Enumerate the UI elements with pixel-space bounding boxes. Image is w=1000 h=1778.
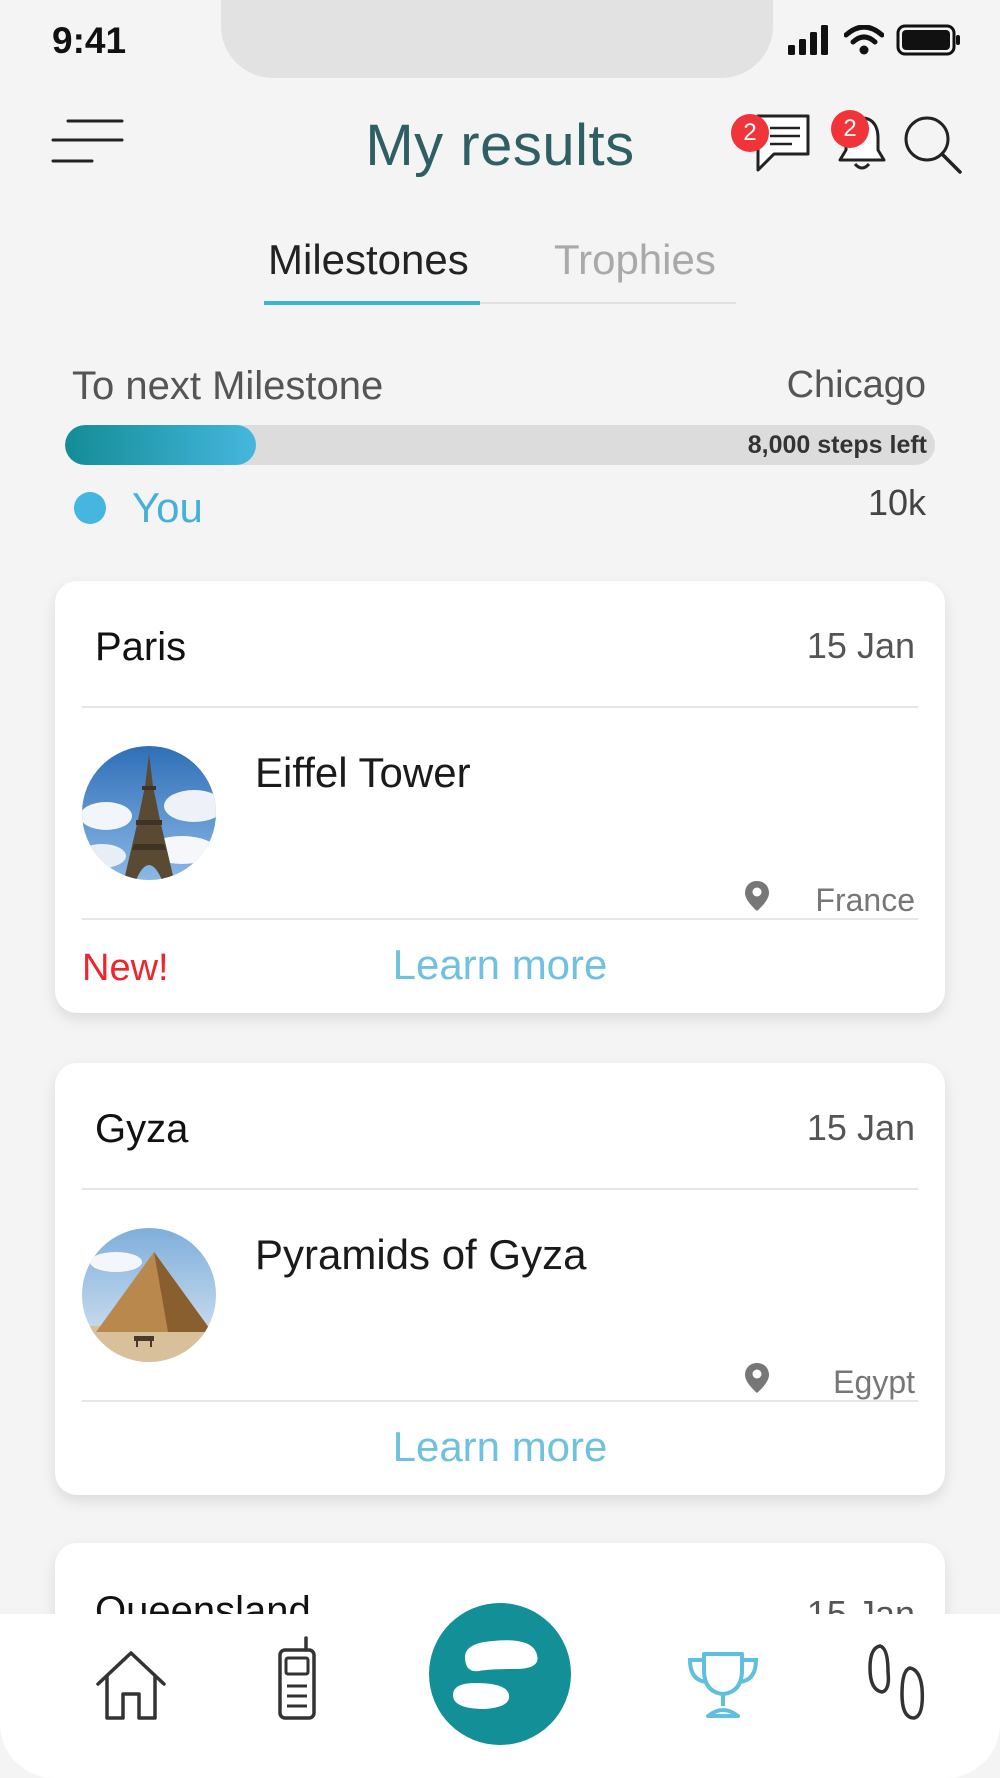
location-pin-icon (745, 881, 769, 911)
landmark-country: France (815, 882, 915, 918)
milestone-card[interactable]: Gyza 15 Jan Pyramids of Gyza Egypt Learn… (55, 1063, 945, 1495)
search-icon (904, 116, 962, 174)
cellular-signal-icon (788, 25, 828, 55)
status-icons (788, 24, 962, 56)
goal-value: 10k (867, 482, 926, 523)
milestone-progress-bar: 8,000 steps left (65, 425, 935, 465)
walkie-talkie-icon (278, 1636, 316, 1720)
search-button[interactable] (902, 114, 964, 176)
trophy-icon (687, 1652, 759, 1718)
milestone-city: Paris (95, 625, 187, 669)
card-divider (82, 706, 918, 708)
active-tab-indicator (264, 301, 480, 305)
tab-bar: Milestones Trophies (264, 232, 736, 305)
app-screen: 9:41 My results 2 2 Milestones Trophies … (0, 0, 1000, 1778)
device-notch (221, 0, 773, 78)
steps-left-text: 8,000 steps left (747, 431, 927, 459)
pyramid-image (82, 1228, 216, 1362)
footprints-icon (868, 1644, 925, 1720)
nav-trophies[interactable] (684, 1650, 762, 1725)
milestone-date: 15 Jan (806, 625, 915, 666)
messages-badge: 2 (731, 114, 769, 152)
steps-icon (453, 1640, 538, 1709)
status-bar: 9:41 (0, 0, 1000, 80)
milestone-card[interactable]: Paris 15 Jan Eiffel Tower France New! Le… (55, 581, 945, 1013)
location-pin-icon (745, 1363, 769, 1393)
nav-walkie-talkie[interactable] (274, 1636, 320, 1727)
nav-footprints[interactable] (866, 1642, 928, 1727)
notifications-badge: 2 (831, 110, 869, 148)
landmark-name: Pyramids of Gyza (255, 1231, 587, 1278)
wifi-icon (844, 25, 884, 55)
card-divider (82, 1400, 918, 1402)
battery-icon (896, 24, 960, 56)
tab-trophies[interactable]: Trophies (554, 236, 716, 284)
nav-home[interactable] (92, 1648, 170, 1727)
status-time: 9:41 (52, 20, 127, 61)
milestone-city: Gyza (95, 1107, 189, 1151)
card-divider (82, 918, 918, 920)
eiffel-tower-image (82, 746, 216, 880)
landmark-name: Eiffel Tower (255, 749, 471, 796)
next-milestone-label: To next Milestone (72, 364, 384, 408)
you-marker-dot (74, 492, 106, 524)
learn-more-link[interactable]: Learn more (55, 941, 945, 989)
landmark-country: Egypt (833, 1364, 915, 1400)
progress-fill (65, 425, 256, 465)
you-label: You (132, 484, 203, 531)
learn-more-link[interactable]: Learn more (55, 1423, 945, 1471)
milestone-date: 15 Jan (806, 1107, 915, 1148)
tab-milestones[interactable]: Milestones (268, 236, 469, 284)
steps-button[interactable] (429, 1603, 571, 1745)
card-divider (82, 1188, 918, 1190)
next-milestone-city: Chicago (786, 364, 926, 406)
home-icon (96, 1651, 166, 1720)
